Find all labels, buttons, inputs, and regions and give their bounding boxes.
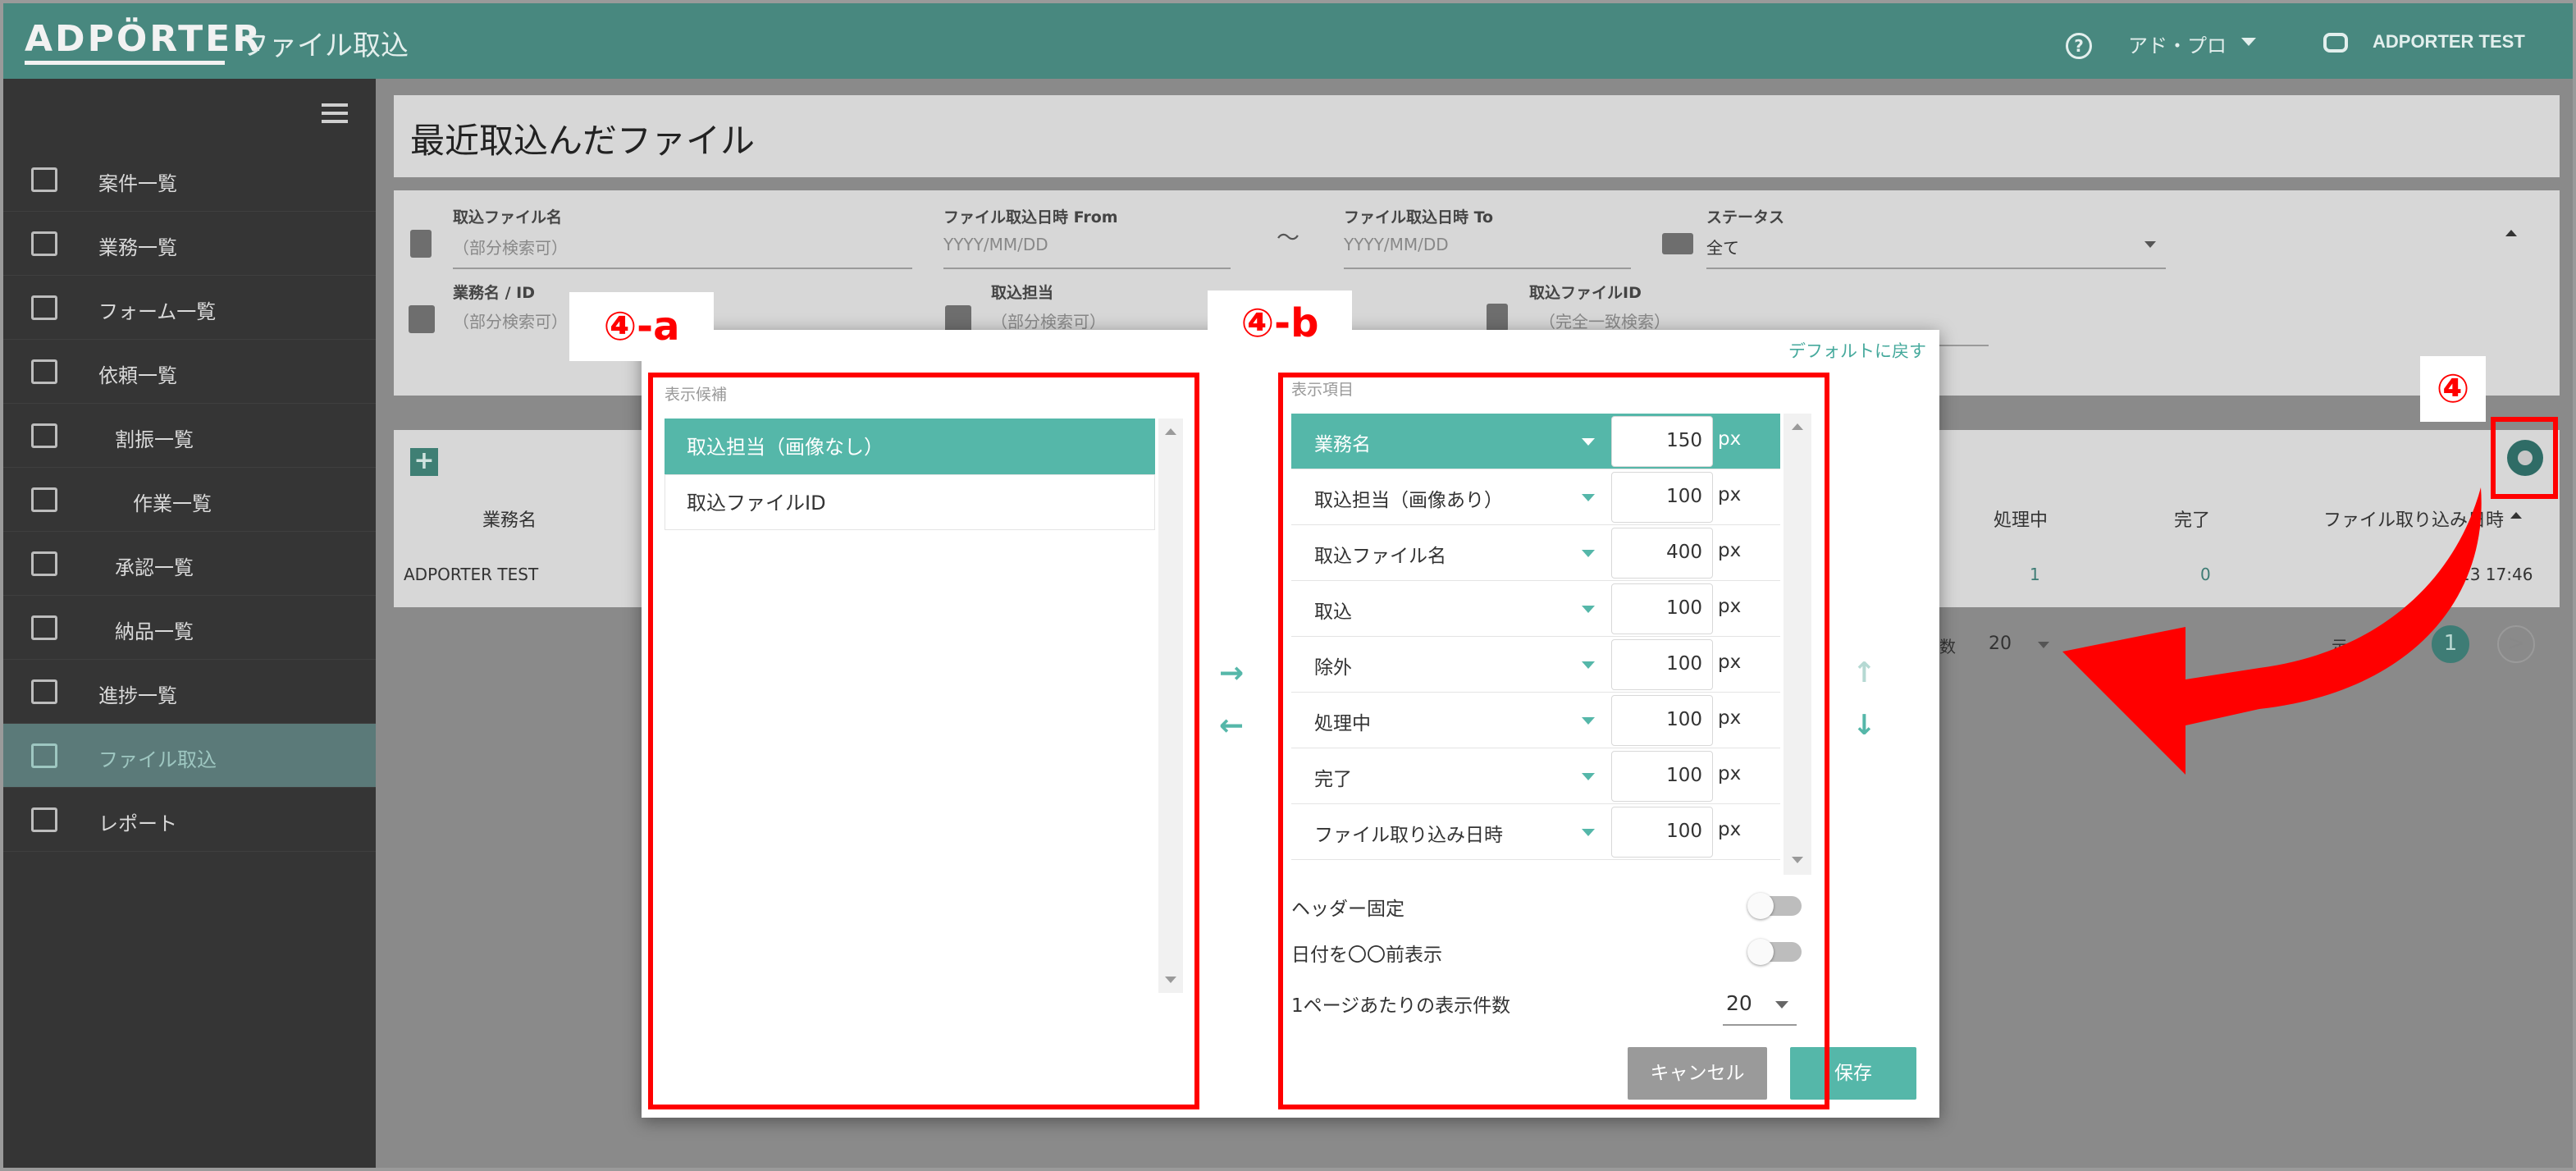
page-title-bar: 最近取込んだファイル: [394, 95, 2560, 177]
sidebar-item-label: 割振一覧: [115, 428, 194, 451]
owner-label: 取込担当: [991, 284, 1054, 302]
truck-icon: [31, 615, 57, 640]
file-icon: [410, 230, 432, 258]
document-icon: [31, 167, 57, 192]
sidebar-item-label: 承認一覧: [115, 556, 194, 579]
sidebar-item-forms[interactable]: フォーム一覧: [3, 276, 376, 340]
table-cell-task: ADPORTER TEST: [404, 565, 539, 584]
annotation-arrow: [2062, 487, 2482, 775]
sidebar-item-work[interactable]: 作業一覧: [3, 468, 376, 532]
file-icon: [1487, 304, 1508, 332]
approval-icon: [31, 551, 57, 576]
sort-asc-icon: [2510, 512, 2522, 519]
per-page-label-partial: 数: [1939, 637, 1956, 656]
sidebar-item-label: 納品一覧: [115, 620, 194, 643]
annotation-arrow-shape: [2062, 487, 2482, 775]
col-header-processing[interactable]: 処理中: [1994, 505, 2048, 532]
date-from-underline: [943, 268, 1231, 269]
status-underline: [1706, 268, 2166, 269]
building-icon: [945, 305, 971, 333]
people-icon: [31, 423, 57, 448]
sidebar-item-reports[interactable]: レポート: [3, 788, 376, 852]
sidebar-item-requests[interactable]: 依頼一覧: [3, 340, 376, 404]
annotation-label-a: ④-a: [569, 292, 714, 361]
file-name-input[interactable]: （部分検索可）: [453, 235, 568, 258]
per-page-select[interactable]: 20: [1989, 634, 2012, 654]
hamburger-icon[interactable]: [322, 103, 348, 107]
collapse-icon[interactable]: [2505, 230, 2517, 236]
task-input[interactable]: （部分検索可）: [453, 309, 568, 332]
user-name[interactable]: ADPORTER TEST: [2373, 31, 2525, 53]
form-icon: [31, 295, 57, 320]
arrow-down-icon[interactable]: ↓: [1852, 709, 1876, 742]
history-icon: [31, 679, 57, 704]
date-range-tilde: 〜: [1277, 224, 1300, 251]
file-id-label: 取込ファイルID: [1529, 284, 1642, 302]
building-icon: [31, 231, 57, 256]
login-icon: [31, 359, 57, 384]
arrow-left-icon[interactable]: ←: [1219, 709, 1244, 743]
logo: ADPÖRTER: [25, 18, 263, 60]
chart-icon: [31, 807, 57, 832]
chevron-down-icon[interactable]: [2144, 241, 2156, 248]
sidebar-item-label: フォーム一覧: [98, 300, 217, 323]
sidebar-item-projects[interactable]: 案件一覧: [3, 148, 376, 212]
company-selector[interactable]: アド・プロ: [2128, 30, 2227, 58]
screen: ADPÖRTER ファイル取込 ? アド・プロ ADPORTER TEST 案件…: [0, 0, 2576, 1171]
app-title: ファイル取込: [241, 30, 409, 62]
arrow-right-icon[interactable]: →: [1219, 656, 1244, 690]
sidebar-item-label: ファイル取込: [98, 748, 217, 771]
truck-icon: [1662, 233, 1693, 254]
annotation-label-b: ④-b: [1208, 290, 1352, 356]
sidebar-item-label: 業務一覧: [98, 236, 177, 259]
file-name-label: 取込ファイル名: [453, 208, 563, 226]
date-to-underline: [1344, 268, 1631, 269]
page-title: 最近取込んだファイル: [410, 121, 756, 161]
date-to-input[interactable]: YYYY/MM/DD: [1344, 235, 1449, 254]
logo-underline: [25, 61, 225, 65]
sidebar-item-approvals[interactable]: 承認一覧: [3, 532, 376, 596]
status-select[interactable]: 全て: [1706, 235, 1739, 258]
date-from-input[interactable]: YYYY/MM/DD: [943, 235, 1048, 254]
arrow-up-icon[interactable]: ↑: [1852, 656, 1876, 689]
annotation-label-gear: ④: [2420, 356, 2486, 422]
building-icon: [409, 305, 435, 333]
sidebar-item-label: 作業一覧: [133, 492, 212, 515]
sidebar-item-deliveries[interactable]: 納品一覧: [3, 596, 376, 660]
help-icon[interactable]: ?: [2066, 33, 2092, 59]
add-icon[interactable]: +: [410, 448, 438, 476]
sidebar-item-label: 案件一覧: [98, 172, 177, 195]
sidebar-item-assignments[interactable]: 割振一覧: [3, 404, 376, 468]
sidebar-item-progress[interactable]: 進捗一覧: [3, 660, 376, 724]
sidebar-item-label: 依頼一覧: [98, 364, 177, 387]
col-header-task[interactable]: 業務名: [482, 505, 537, 532]
table-cell-processing[interactable]: 1: [2030, 565, 2040, 584]
date-to-label: ファイル取込日時 To: [1344, 208, 1494, 226]
annotation-box-gear: [2491, 417, 2558, 499]
chevron-down-icon[interactable]: [2241, 38, 2256, 46]
owner-input[interactable]: （部分検索可）: [991, 309, 1106, 332]
sidebar-item-tasks[interactable]: 業務一覧: [3, 212, 376, 276]
sidebar-item-file-import[interactable]: ファイル取込: [3, 724, 376, 788]
monitor-icon: [31, 487, 57, 512]
annotation-box-b: [1278, 373, 1829, 1109]
annotation-box-a: [648, 373, 1199, 1109]
file-name-underline: [453, 268, 912, 269]
user-icon: [2323, 33, 2348, 53]
app-header: ADPÖRTER ファイル取込 ? アド・プロ ADPORTER TEST: [3, 3, 2573, 79]
task-label: 業務名 / ID: [453, 284, 536, 302]
sidebar-item-label: レポート: [98, 812, 177, 835]
status-label: ステータス: [1706, 208, 1785, 226]
table-add-icon: [31, 743, 57, 768]
sidebar-item-label: 進捗一覧: [98, 684, 177, 707]
date-from-label: ファイル取込日時 From: [943, 208, 1118, 226]
file-id-input[interactable]: （完全一致検索）: [1539, 309, 1670, 332]
reset-default-link[interactable]: デフォルトに戻す: [1788, 338, 1926, 363]
